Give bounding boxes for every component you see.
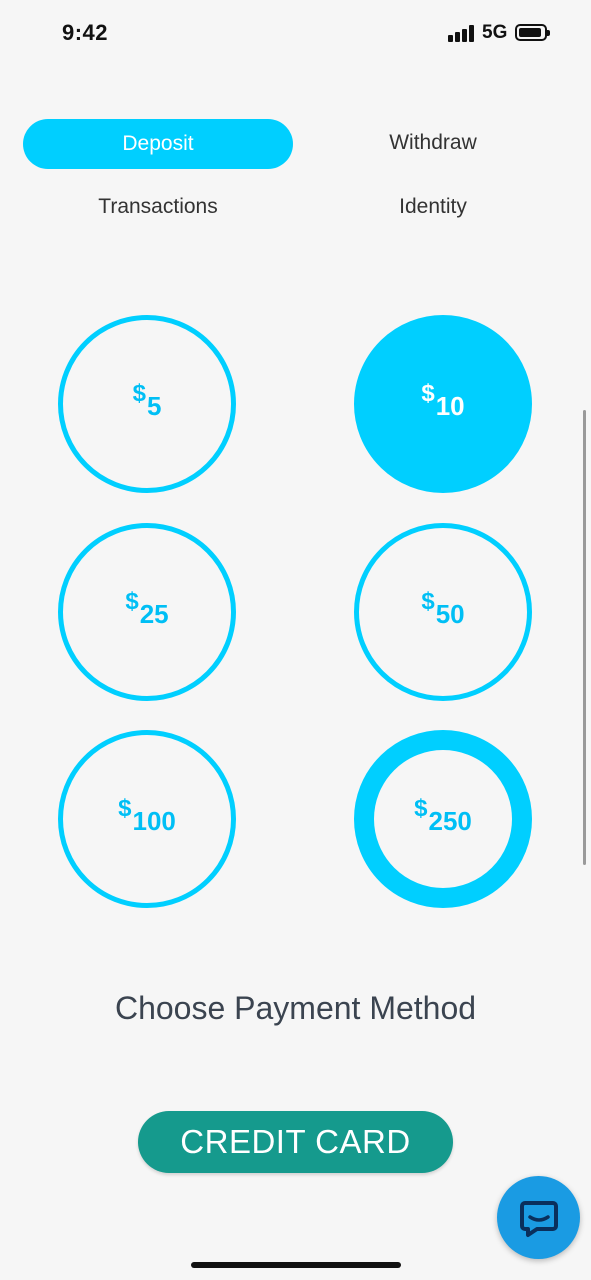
deposit-screen: 9:42 5G Deposit Withdraw Transactions Id… (0, 0, 591, 1280)
amount-option-250[interactable]: $250 (354, 730, 532, 908)
amount-currency: $ (125, 588, 139, 615)
amount-currency: $ (414, 795, 428, 822)
tab-withdraw[interactable]: Withdraw (298, 118, 568, 168)
tab-deposit[interactable]: Deposit (23, 119, 293, 169)
status-bar: 9:42 5G (0, 0, 591, 66)
amount-currency: $ (421, 380, 435, 407)
home-indicator (191, 1262, 401, 1268)
credit-card-button[interactable]: CREDIT CARD (138, 1111, 453, 1173)
payment-method-heading: Choose Payment Method (114, 990, 477, 1026)
amount-currency: $ (118, 795, 132, 822)
amount-value: 50 (435, 598, 465, 629)
amount-currency: $ (421, 588, 435, 615)
tab-transactions[interactable]: Transactions (23, 182, 293, 232)
network-label: 5G (482, 22, 508, 43)
cellular-signal-icon (448, 24, 476, 42)
amount-option-25[interactable]: $25 (58, 523, 236, 701)
amount-option-50[interactable]: $50 (354, 523, 532, 701)
status-time: 9:42 (62, 20, 109, 45)
amount-value: 100 (132, 805, 176, 836)
tab-identity[interactable]: Identity (298, 182, 568, 232)
amount-option-100[interactable]: $100 (58, 730, 236, 908)
amount-option-10[interactable]: $10 (354, 315, 532, 493)
scrollbar[interactable] (583, 410, 586, 865)
amount-value: 10 (435, 390, 465, 421)
amount-value: 25 (139, 598, 169, 629)
amount-option-5[interactable]: $5 (58, 315, 236, 493)
battery-icon (515, 24, 550, 41)
amount-currency: $ (132, 380, 146, 407)
chat-button[interactable] (497, 1176, 580, 1259)
amount-value: 5 (146, 390, 162, 421)
amount-value: 250 (428, 805, 472, 836)
chat-bubble-icon (520, 1201, 558, 1237)
